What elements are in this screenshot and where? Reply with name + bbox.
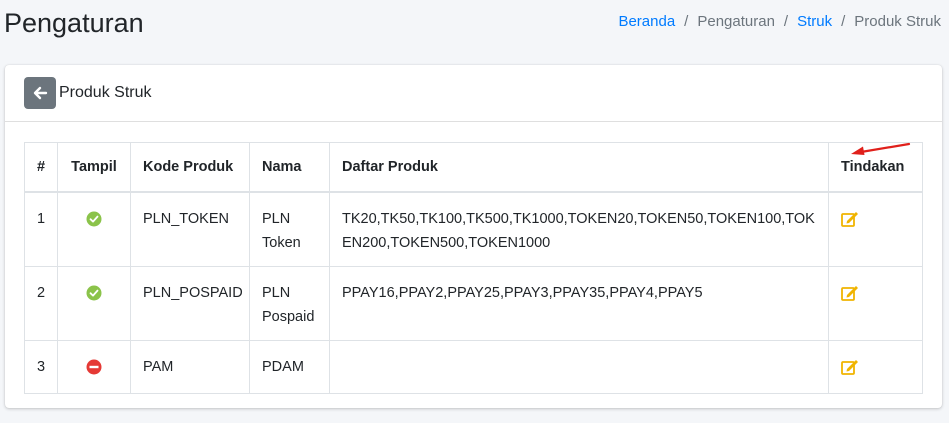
edit-icon — [841, 286, 858, 301]
tindakan-cell — [828, 266, 923, 341]
edit-button[interactable] — [841, 207, 859, 235]
edit-button[interactable] — [841, 281, 859, 309]
edit-icon — [841, 212, 858, 227]
daftar-produk-text: PPAY16,PPAY2,PPAY25,PPAY3,PPAY35,PPAY4,P… — [342, 285, 703, 301]
breadcrumb-pengaturan: Pengaturan — [697, 13, 775, 30]
column-header-kode-produk: Kode Produk — [130, 142, 250, 193]
row-number: 2 — [24, 266, 58, 341]
edit-button[interactable] — [841, 355, 859, 383]
edit-icon — [841, 360, 858, 375]
daftar-produk-cell: TK20,TK50,TK100,TK500,TK1000,TOKEN20,TOK… — [329, 191, 829, 267]
breadcrumb: Beranda / Pengaturan / Struk / Produk St… — [618, 13, 941, 30]
table-wrapper: # Tampil Kode Produk Nama Daftar Produk … — [24, 142, 923, 394]
row-number: 3 — [24, 340, 58, 394]
kode-produk-cell: PLN_TOKEN — [130, 191, 250, 267]
card-header: Produk Struk — [5, 65, 942, 122]
annotation-arrow-icon — [851, 142, 911, 155]
daftar-produk-cell — [329, 340, 829, 394]
produk-struk-card: Produk Struk # Tampil Kode Produk Nama D… — [5, 65, 942, 408]
breadcrumb-separator: / — [684, 13, 689, 30]
nama-cell: PDAM — [249, 340, 330, 394]
breadcrumb-beranda[interactable]: Beranda — [618, 13, 675, 30]
breadcrumb-produk-struk: Produk Struk — [854, 13, 941, 30]
back-button[interactable] — [24, 77, 56, 109]
kode-produk-cell: PLN_POSPAID — [130, 266, 250, 341]
row-number: 1 — [24, 191, 58, 267]
check-circle-icon — [86, 285, 102, 301]
nama-cell: PLN Token — [249, 191, 330, 267]
tampil-cell — [57, 340, 131, 394]
tindakan-cell — [828, 340, 923, 394]
card-title: Produk Struk — [59, 84, 152, 101]
column-header-nama: Nama — [249, 142, 330, 193]
page-title: Pengaturan — [4, 8, 144, 38]
column-header-number: # — [24, 142, 58, 193]
produk-struk-table: # Tampil Kode Produk Nama Daftar Produk … — [24, 142, 923, 394]
breadcrumb-separator: / — [841, 13, 846, 30]
daftar-produk-cell: PPAY16,PPAY2,PPAY25,PPAY3,PPAY35,PPAY4,P… — [329, 266, 829, 341]
table-row: 3 PAM PDAM — [24, 340, 923, 394]
minus-circle-icon — [86, 359, 102, 375]
breadcrumb-struk[interactable]: Struk — [797, 13, 832, 30]
breadcrumb-separator: / — [783, 13, 789, 30]
check-circle-icon — [86, 211, 102, 227]
kode-produk-cell: PAM — [130, 340, 250, 394]
arrow-left-icon — [33, 86, 48, 100]
tampil-cell — [57, 266, 131, 341]
table-row: 1 PLN_TOKEN PLN Token TK20,TK50,TK100,TK… — [24, 191, 923, 267]
tindakan-cell — [828, 191, 923, 267]
daftar-produk-text: TK20,TK50,TK100,TK500,TK1000,TOKEN20,TOK… — [342, 211, 815, 251]
table-header-row: # Tampil Kode Produk Nama Daftar Produk … — [24, 142, 923, 193]
column-header-tampil: Tampil — [57, 142, 131, 193]
table-row: 2 PLN_POSPAID PLN Pospaid PPAY16,PPAY2,P… — [24, 266, 923, 341]
tampil-cell — [57, 191, 131, 267]
nama-cell: PLN Pospaid — [249, 266, 330, 341]
column-header-daftar-produk: Daftar Produk — [329, 142, 829, 193]
